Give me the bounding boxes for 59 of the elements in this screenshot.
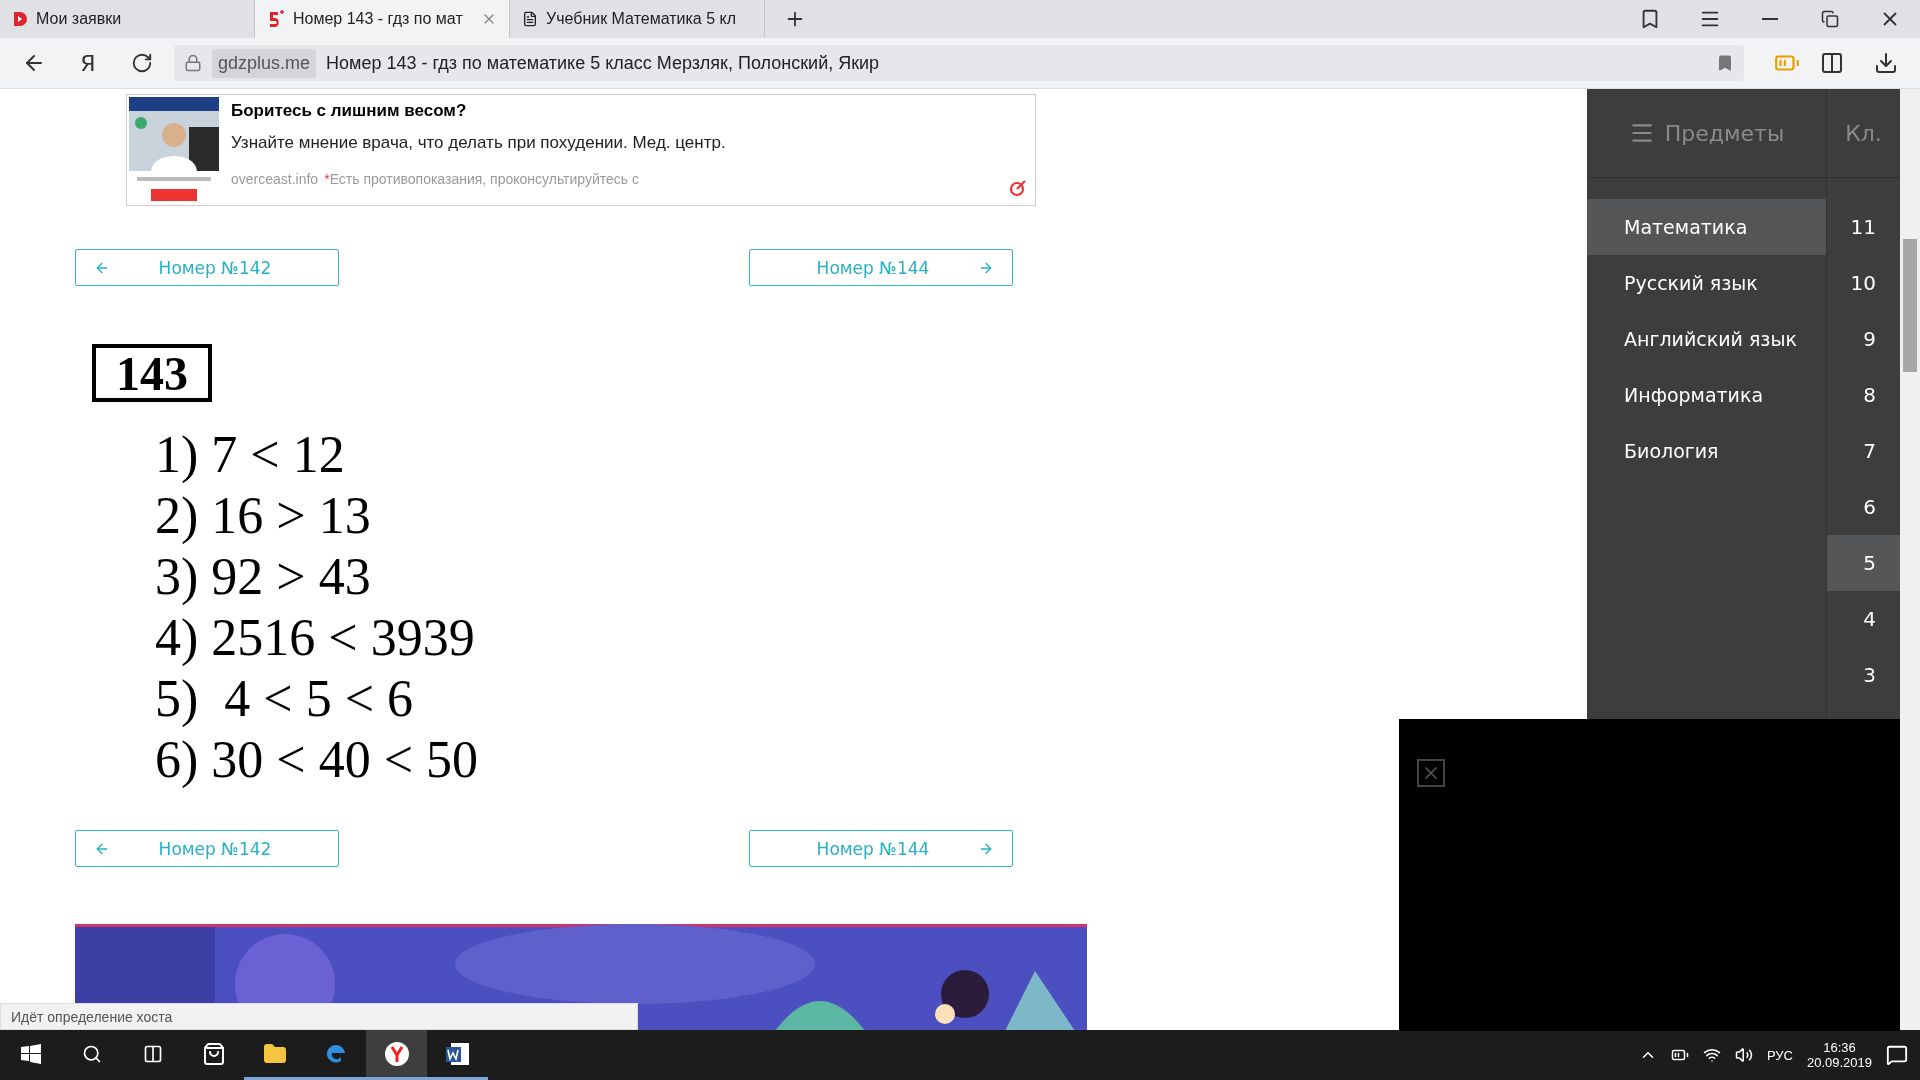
answer-line: 2) 16 > 13 — [155, 486, 371, 546]
grade-item[interactable]: 8 — [1827, 367, 1900, 423]
ad-text: Узнайте мнение врача, что делать при похудении. Мед. центр. — [231, 133, 727, 153]
grade-item[interactable]: 6 — [1827, 479, 1900, 535]
problem-number: 143 — [92, 344, 212, 402]
page-title: Номер 143 - гдз по математике 5 класс Мерзляк, Полонский, Якир — [326, 52, 880, 74]
grade-header: Кл. — [1844, 119, 1883, 148]
bookmark-icon[interactable] — [1716, 54, 1734, 72]
answer-line: 5) 4 < 5 < 6 — [155, 669, 413, 729]
domain-label: gdzplus.me — [212, 48, 317, 78]
ad-title: Боритесь с лишним весом? — [231, 101, 468, 121]
grade-item[interactable]: 11 — [1827, 199, 1900, 255]
notifications-icon[interactable] — [1886, 1044, 1908, 1066]
ad-disclaimer: *Есть противопоказания, проконсультируйтесь с — [324, 171, 639, 187]
lock-icon — [184, 54, 202, 72]
search-icon — [81, 1043, 102, 1064]
page-icon — [522, 11, 538, 27]
scrollbar[interactable] — [1900, 89, 1920, 1030]
browser-logo-icon — [383, 1040, 410, 1067]
grade-item[interactable]: 9 — [1827, 311, 1900, 367]
task-view-icon — [142, 1043, 163, 1064]
subject-item[interactable]: Английский язык — [1587, 311, 1826, 367]
subject-item[interactable]: Информатика — [1587, 367, 1826, 423]
grade-item[interactable]: 4 — [1827, 591, 1900, 647]
document-app-icon — [444, 1040, 471, 1067]
minimize-icon — [1762, 18, 1778, 20]
grade-item[interactable]: 3 — [1827, 647, 1900, 703]
clock[interactable]: 16:36 20.09.2019 — [1806, 1040, 1872, 1070]
play-logo-icon — [12, 11, 28, 27]
answer-line: 4) 2516 < 3939 — [155, 608, 475, 668]
restore-icon — [1821, 10, 1839, 28]
grade-item[interactable]: 10 — [1827, 255, 1900, 311]
home-button[interactable]: Я — [66, 43, 110, 83]
ad-card[interactable]: Боритесь с лишним весом? Узнайте мнение врача, что делать при похудении. Мед. центр. overceast.info *Есть противопоказания, проконсультируйтесь с — [126, 94, 1036, 206]
grade-item[interactable]: 5 — [1827, 535, 1900, 591]
browser-tab[interactable]: Номер 143 - гдз по мат — [255, 0, 510, 38]
folder-icon — [262, 1041, 287, 1066]
target-icon[interactable] — [1009, 179, 1027, 197]
taskbar-app[interactable] — [366, 1030, 427, 1080]
windows-logo-icon — [20, 1043, 41, 1064]
ad-source: overceast.info — [231, 171, 319, 187]
panel-icon — [1820, 51, 1844, 75]
close-button[interactable] — [1417, 759, 1445, 787]
subject-item[interactable]: Русский язык — [1587, 255, 1826, 311]
subject-item[interactable]: Биология — [1587, 423, 1826, 479]
answer-line: 3) 92 > 43 — [155, 547, 371, 607]
answer-line: 1) 7 < 12 — [155, 425, 345, 485]
language-indicator[interactable]: РУС — [1766, 1047, 1793, 1063]
status-bar: Идёт определение хоста — [0, 1003, 638, 1030]
volume-icon[interactable] — [1734, 1046, 1753, 1064]
site-logo-icon — [267, 10, 285, 28]
reload-icon — [131, 52, 153, 74]
download-icon — [1874, 51, 1898, 75]
answer-line: 6) 30 < 40 < 50 — [155, 730, 478, 790]
grade-item[interactable]: 7 — [1827, 423, 1900, 479]
wifi-icon[interactable] — [1702, 1046, 1721, 1064]
address-field[interactable]: gdzplus.me Номер 143 - гдз по математике 5 класс Мерзляк, Полонский, Якир — [174, 45, 1744, 81]
store-icon — [201, 1041, 226, 1066]
subject-item[interactable]: Математика — [1587, 199, 1826, 255]
